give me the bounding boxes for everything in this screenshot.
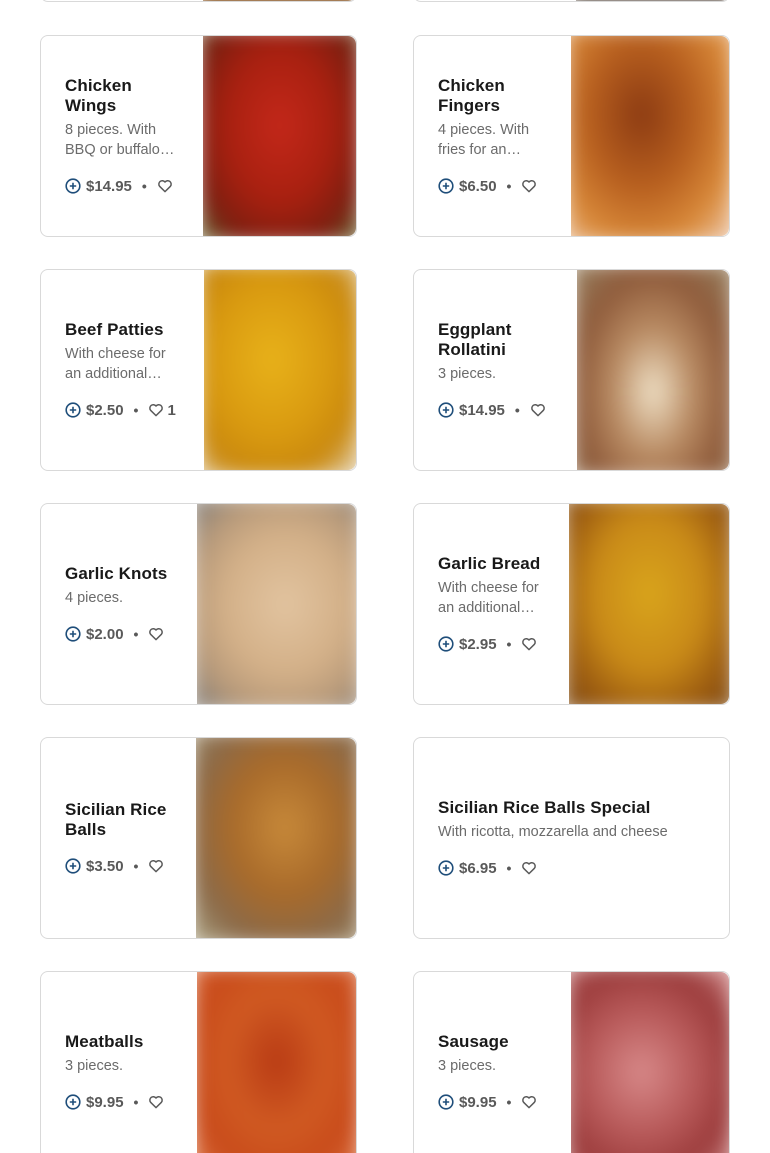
item-description: 4 pieces. — [65, 590, 124, 606]
item-title: Sausage — [438, 1032, 509, 1051]
item-meta: $2.00 • — [65, 624, 185, 644]
add-to-cart-icon[interactable] — [65, 626, 81, 642]
item-meta: $9.95 • — [65, 1092, 185, 1112]
separator-dot: • — [133, 402, 139, 418]
add-to-cart-icon[interactable] — [65, 178, 81, 194]
item-description: 3 pieces. — [438, 366, 497, 382]
separator-dot: • — [506, 178, 512, 194]
item-price: $2.95 — [459, 635, 497, 653]
item-title: Chicken Fingers — [438, 76, 505, 115]
separator-dot: • — [133, 626, 139, 642]
favorite-heart-icon[interactable] — [530, 402, 546, 418]
menu-item-card[interactable]: Meatballs 3 pieces. $9.95 • — [40, 971, 357, 1153]
item-photo — [569, 504, 729, 704]
item-description: With cheese for an additional charge. — [438, 580, 539, 616]
item-description: 4 pieces. With fries for an additional c… — [438, 122, 530, 158]
item-title: Beef Patties — [65, 320, 164, 339]
item-photo — [197, 504, 356, 704]
menu-item-card[interactable]: Beef Patties With cheese for an addition… — [40, 269, 357, 471]
item-description: With cheese for an additional charge. — [65, 346, 166, 382]
item-photo — [204, 270, 356, 470]
separator-dot: • — [141, 178, 147, 194]
item-photo — [571, 972, 729, 1153]
item-price: $6.50 — [459, 177, 497, 195]
menu-item-card[interactable]: Sicilian Rice Balls Special With ricotta… — [413, 737, 730, 939]
item-photo — [203, 36, 356, 236]
separator-dot: • — [506, 1094, 512, 1110]
favorite-heart-icon[interactable] — [148, 1094, 164, 1110]
item-meta: $3.50 • — [65, 856, 185, 876]
menu-item-card[interactable]: Sausage 3 pieces. $9.95 • — [413, 971, 730, 1153]
item-title: Chicken Wings — [65, 76, 132, 115]
favorite-heart-icon[interactable] — [521, 636, 537, 652]
item-price: $9.95 — [459, 1093, 497, 1111]
add-to-cart-icon[interactable] — [65, 402, 81, 418]
separator-dot: • — [506, 860, 512, 876]
item-price: $6.95 — [459, 859, 497, 877]
item-meta: $14.95 • — [65, 176, 185, 196]
menu-item-card[interactable]: Eggplant Rollatini 3 pieces. $14.95 • — [413, 269, 730, 471]
item-meta: $9.95 • — [438, 1092, 558, 1112]
add-to-cart-icon[interactable] — [438, 636, 454, 652]
add-to-cart-icon[interactable] — [65, 1094, 81, 1110]
favorite-heart-icon[interactable] — [148, 626, 164, 642]
item-title: Sicilian Rice Balls — [65, 800, 167, 839]
item-title: Garlic Bread — [438, 554, 541, 573]
item-price: $2.50 — [86, 401, 124, 419]
item-title: Garlic Knots — [65, 564, 168, 583]
add-to-cart-icon[interactable] — [438, 1094, 454, 1110]
menu-item-card[interactable]: Chicken Wings 8 pieces. With BBQ or buff… — [40, 35, 357, 237]
add-to-cart-icon[interactable] — [438, 402, 454, 418]
add-to-cart-icon[interactable] — [438, 860, 454, 876]
favorite-count: 1 — [167, 401, 176, 419]
separator-dot: • — [506, 636, 512, 652]
menu-item-card-partial[interactable] — [40, 0, 357, 2]
item-meta: $14.95 • — [438, 400, 568, 420]
menu-item-card[interactable]: Sicilian Rice Balls $3.50 • — [40, 737, 357, 939]
separator-dot: • — [133, 858, 139, 874]
separator-dot: • — [133, 1094, 139, 1110]
item-description: 8 pieces. With BBQ or buffalo sauce. — [65, 122, 160, 158]
item-photo — [571, 36, 729, 236]
favorite-heart-icon[interactable] — [157, 178, 173, 194]
menu-item-card[interactable]: Chicken Fingers 4 pieces. With fries for… — [413, 35, 730, 237]
menu-item-card-partial[interactable] — [413, 0, 730, 2]
separator-dot: • — [514, 402, 520, 418]
item-title: Meatballs — [65, 1032, 144, 1051]
item-price: $2.00 — [86, 625, 124, 643]
item-price: $14.95 — [459, 401, 505, 419]
favorite-heart-icon[interactable] — [521, 178, 537, 194]
item-price: $3.50 — [86, 857, 124, 875]
item-description: 3 pieces. — [438, 1058, 497, 1074]
item-description: With ricotta, mozzarella and cheese — [438, 824, 668, 840]
add-to-cart-icon[interactable] — [438, 178, 454, 194]
favorite-heart-icon[interactable] — [148, 402, 164, 418]
favorite-heart-icon[interactable] — [521, 1094, 537, 1110]
menu-item-card[interactable]: Garlic Knots 4 pieces. $2.00 • — [40, 503, 357, 705]
item-photo — [577, 270, 729, 470]
item-meta: $6.95 • — [438, 858, 708, 878]
item-meta: $2.50 • 1 — [65, 400, 185, 420]
favorite-heart-icon[interactable] — [148, 858, 164, 874]
item-price: $9.95 — [86, 1093, 124, 1111]
favorite-heart-icon[interactable] — [521, 860, 537, 876]
item-description: 3 pieces. — [65, 1058, 124, 1074]
item-photo — [196, 738, 356, 938]
menu-item-card[interactable]: Garlic Bread With cheese for an addition… — [413, 503, 730, 705]
item-title: Eggplant Rollatini — [438, 320, 512, 359]
item-price: $14.95 — [86, 177, 132, 195]
item-meta: $6.50 • — [438, 176, 558, 196]
item-meta: $2.95 • — [438, 634, 548, 654]
item-photo — [197, 972, 356, 1153]
add-to-cart-icon[interactable] — [65, 858, 81, 874]
item-title: Sicilian Rice Balls Special — [438, 798, 651, 817]
